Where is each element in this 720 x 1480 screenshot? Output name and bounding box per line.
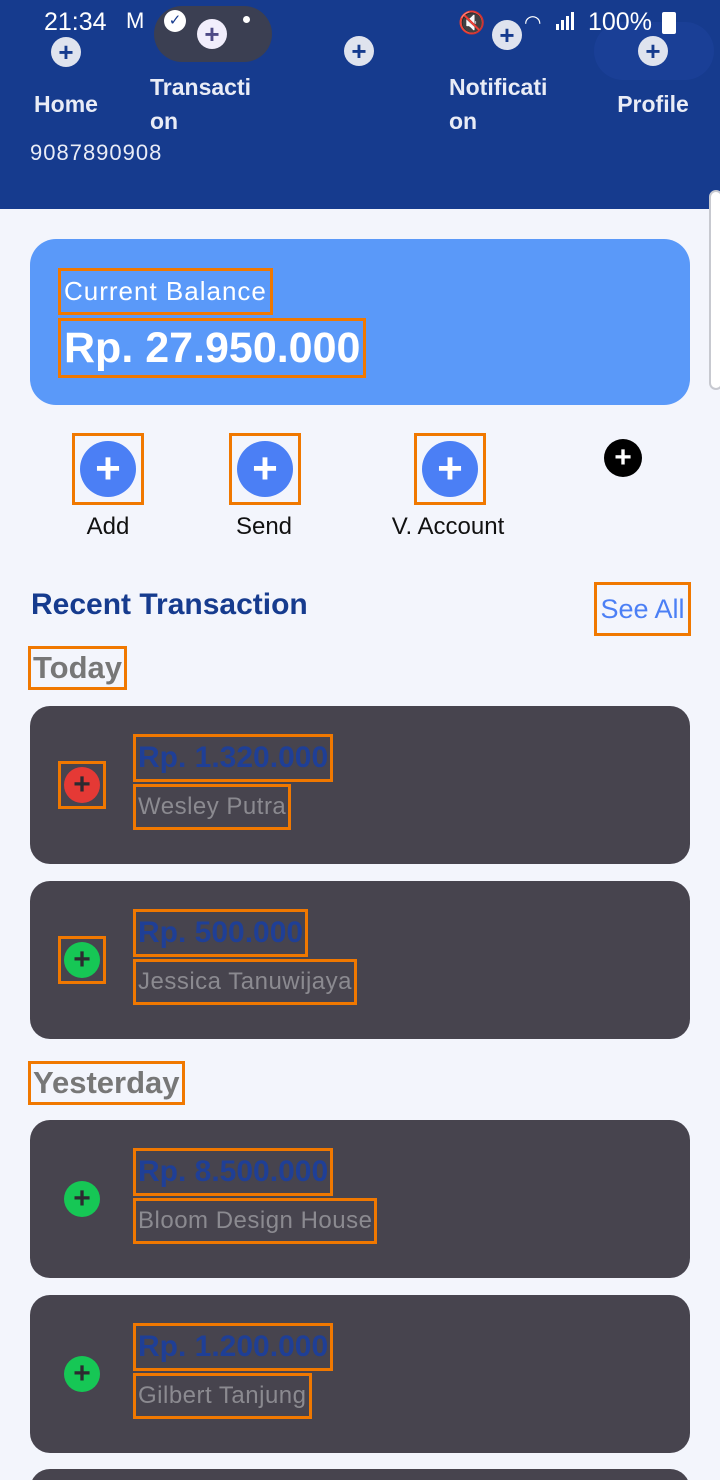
transaction-name: Jessica Tanuwijaya [133,959,357,1005]
nav-notification[interactable]: Notificati on [449,70,569,138]
account-number: 9087890908 [30,140,163,165]
incoming-plus-icon: + [64,1356,100,1392]
transaction-card[interactable] [30,1469,690,1480]
transaction-card[interactable] [30,1295,690,1453]
transaction-name: Gilbert Tanjung [133,1373,312,1419]
transaction-icon-box: + [58,936,106,984]
home-plus-icon[interactable]: + [51,37,81,67]
wifi-icon: ◠ [524,12,542,34]
transaction-amount: Rp. 500.000 [133,909,309,957]
send-plus-icon: + [237,441,293,497]
scroll-edge [709,190,720,390]
add-button[interactable]: + [72,433,144,505]
profile-plus-icon[interactable]: + [638,36,668,66]
mail-notification-icon: M [126,8,145,33]
nav-profile[interactable]: Profile [608,87,698,121]
more-notifications-icon [243,16,250,23]
balance-amount: Rp. 27.950.000 [58,318,367,378]
recent-transaction-title: Recent Transaction [31,588,308,621]
transaction-amount: Rp. 1.320.000 [133,734,334,782]
virtual-account-button[interactable]: + [414,433,486,505]
virtual-account-label: V. Account [391,513,505,540]
incoming-plus-icon: + [64,1181,100,1217]
more-actions-icon[interactable]: + [604,439,642,477]
nav-home[interactable]: Home [20,87,112,121]
day-label-today: Today [28,646,127,690]
outgoing-plus-icon: + [64,767,100,803]
signal-icon [556,12,574,30]
transaction-plus-icon[interactable]: + [197,19,227,49]
notification-plus-icon[interactable]: + [492,20,522,50]
check-notification-icon: ✓ [164,10,186,32]
transaction-name: Bloom Design House [133,1198,378,1244]
send-button[interactable]: + [229,433,301,505]
balance-label: Current Balance [58,268,273,315]
transaction-card[interactable] [30,881,690,1039]
incoming-plus-icon: + [64,942,100,978]
day-label-yesterday: Yesterday [28,1061,185,1105]
app-header: 9087890908 21:34 M ✓ 🔇 ◠ 100% + Home + T… [0,0,720,209]
transaction-amount: Rp. 1.200.000 [133,1323,334,1371]
transaction-amount: Rp. 8.500.000 [133,1148,334,1196]
transaction-icon-box: + [58,761,106,809]
add-label: Add [86,513,130,540]
virtual-account-plus-icon: + [422,441,478,497]
see-all-link[interactable]: See All [594,582,691,636]
add-plus-icon: + [80,441,136,497]
mute-icon: 🔇 [458,10,486,35]
status-time: 21:34 [44,8,107,36]
battery-icon [662,12,676,34]
center-plus-icon[interactable]: + [344,36,374,66]
battery-percent: 100% [588,8,652,36]
transaction-name: Wesley Putra [133,784,292,830]
send-label: Send [235,513,293,540]
transaction-card[interactable] [30,706,690,864]
nav-transaction[interactable]: Transacti on [150,70,270,138]
